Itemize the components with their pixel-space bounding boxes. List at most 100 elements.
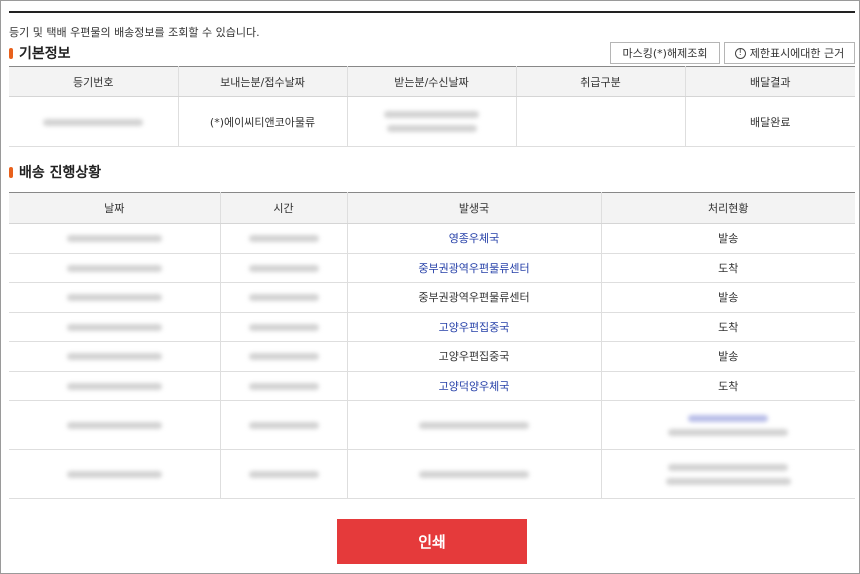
- info-circle-icon: !: [734, 47, 746, 59]
- table-row: [9, 449, 855, 499]
- redacted-status-link[interactable]: [688, 414, 769, 422]
- status-cell: 발송: [600, 282, 855, 313]
- office-cell: 중부권광역우편물류센터: [346, 253, 601, 283]
- receiver-cell: [346, 96, 516, 147]
- office-link[interactable]: 영종우체국: [449, 232, 500, 245]
- time-cell: [219, 223, 347, 254]
- redacted-date: [66, 264, 162, 272]
- basic-info-header-row: 등기번호 보내는분/접수날짜 받는분/수신날짜 취급구분 배달결과: [9, 66, 855, 97]
- col-header-office: 발생국: [346, 192, 601, 224]
- office-link[interactable]: 중부권광역우편물류센터: [418, 262, 529, 275]
- time-cell: [219, 282, 347, 313]
- status-cell: [600, 449, 855, 499]
- redacted-date: [66, 235, 162, 243]
- date-cell: [9, 223, 220, 254]
- redacted-date: [66, 323, 162, 331]
- redacted-tracking-no: [43, 118, 144, 126]
- office-cell: 영종우체국: [346, 223, 601, 254]
- redacted-status-detail: [665, 477, 791, 485]
- date-cell: [9, 400, 220, 450]
- status-cell: 발송: [600, 223, 855, 254]
- basic-info-title: 기본정보: [9, 43, 71, 63]
- col-header-handling: 취급구분: [515, 66, 685, 97]
- office-cell: 고양우편집중국: [346, 341, 601, 372]
- status-cell: 발송: [600, 341, 855, 372]
- redacted-time: [248, 382, 319, 390]
- handling-cell: [515, 96, 685, 147]
- redacted-status: [668, 463, 789, 471]
- redacted-date: [66, 294, 162, 302]
- redacted-office: [419, 471, 529, 478]
- redacted-receiver: [384, 111, 479, 118]
- office-link[interactable]: 고양우편집중국: [439, 321, 510, 334]
- section-marker-icon: [9, 166, 13, 178]
- redacted-receive-date: [386, 125, 477, 132]
- time-cell: [219, 253, 347, 283]
- redacted-date: [66, 471, 162, 478]
- redacted-time: [248, 471, 319, 478]
- section-marker-icon: [9, 47, 13, 59]
- status-cell: 도착: [600, 371, 855, 401]
- table-row: 영종우체국 발송: [9, 223, 855, 254]
- date-cell: [9, 449, 220, 499]
- table-row: 고양덕양우체국 도착: [9, 371, 855, 401]
- top-divider: [9, 11, 855, 13]
- sender-cell: (*)에이씨티앤코아물류: [177, 96, 347, 147]
- office-cell: 중부권광역우편물류센터: [346, 282, 601, 313]
- table-row: 중부권광역우편물류센터 발송: [9, 282, 855, 313]
- date-cell: [9, 341, 220, 372]
- basic-info-table: 등기번호 보내는분/접수날짜 받는분/수신날짜 취급구분 배달결과 (*)에이씨…: [9, 66, 855, 147]
- redacted-time: [248, 294, 319, 302]
- office-cell: [346, 400, 601, 450]
- unmask-button[interactable]: 마스킹(*)해제조회: [610, 42, 720, 64]
- status-cell: 도착: [600, 253, 855, 283]
- mask-basis-button[interactable]: ! 제한표시에대한 근거: [724, 42, 855, 64]
- col-header-date: 날짜: [9, 192, 220, 224]
- office-cell: 고양우편집중국: [346, 312, 601, 342]
- office-link[interactable]: 고양덕양우체국: [439, 380, 510, 393]
- col-header-status: 처리현황: [600, 192, 855, 224]
- date-cell: [9, 253, 220, 283]
- col-header-sender: 보내는분/접수날짜: [177, 66, 347, 97]
- office-cell: [346, 449, 601, 499]
- print-button[interactable]: 인쇄: [337, 519, 527, 564]
- col-header-tracking-no: 등기번호: [9, 66, 178, 97]
- redacted-date: [66, 353, 162, 361]
- status-cell: 도착: [600, 312, 855, 342]
- time-cell: [219, 400, 347, 450]
- time-cell: [219, 341, 347, 372]
- redacted-time: [248, 323, 319, 331]
- basic-info-title-text: 기본정보: [19, 46, 71, 62]
- mask-basis-button-label: 제한표시에대한 근거: [749, 47, 845, 60]
- table-row: 고양우편집중국 발송: [9, 341, 855, 372]
- office-cell: 고양덕양우체국: [346, 371, 601, 401]
- time-cell: [219, 312, 347, 342]
- time-cell: [219, 371, 347, 401]
- progress-header-row: 날짜 시간 발생국 처리현황: [9, 192, 855, 224]
- date-cell: [9, 312, 220, 342]
- result-cell: 배달완료: [684, 96, 855, 147]
- tracking-no-cell: [9, 96, 178, 147]
- status-cell: [600, 400, 855, 450]
- time-cell: [219, 449, 347, 499]
- table-row: 고양우편집중국 도착: [9, 312, 855, 342]
- redacted-date: [66, 382, 162, 390]
- intro-text: 등기 및 택배 우편물의 배송정보를 조회할 수 있습니다.: [9, 26, 260, 39]
- redacted-time: [248, 353, 319, 361]
- redacted-time: [248, 235, 319, 243]
- table-row: [9, 400, 855, 450]
- progress-title: 배송 진행상황: [9, 162, 101, 182]
- col-header-result: 배달결과: [684, 66, 855, 97]
- col-header-receiver: 받는분/수신날짜: [346, 66, 516, 97]
- redacted-office: [419, 422, 529, 429]
- date-cell: [9, 371, 220, 401]
- col-header-time: 시간: [219, 192, 347, 224]
- table-row: 중부권광역우편물류센터 도착: [9, 253, 855, 283]
- redacted-status-detail: [668, 428, 789, 436]
- redacted-date: [66, 422, 162, 429]
- print-button-label: 인쇄: [418, 533, 446, 551]
- redacted-time: [248, 264, 319, 272]
- progress-title-text: 배송 진행상황: [19, 165, 102, 181]
- date-cell: [9, 282, 220, 313]
- progress-table: 날짜 시간 발생국 처리현황 영종우체국 발송 중부권광역우편물류센터 도착 중…: [9, 192, 855, 499]
